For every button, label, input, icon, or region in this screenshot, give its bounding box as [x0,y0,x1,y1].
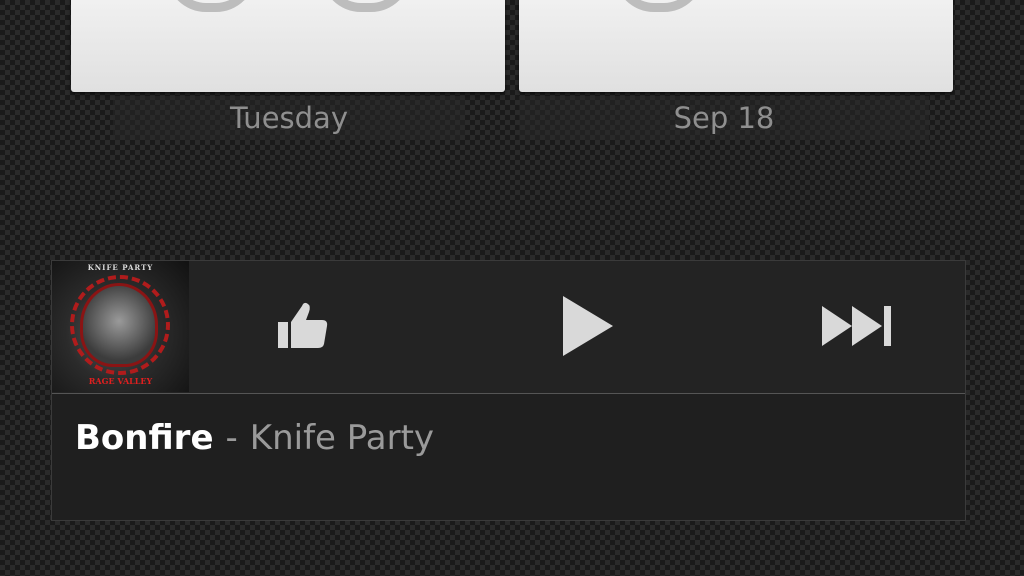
next-track-button[interactable] [808,281,908,371]
clock-digit-fragment [614,0,704,12]
track-artist: Knife Party [249,418,435,458]
next-track-icon [822,306,891,346]
day-label: Tuesday [113,96,465,140]
clock-hours-tile[interactable] [71,0,505,92]
play-button[interactable] [537,281,637,371]
album-art-bottom-text: RAGE VALLEY [88,376,153,386]
track-title: Bonfire [75,418,214,458]
thumbs-up-icon [278,302,328,348]
music-controls: KNIFE PARTY RAGE VALLEY [52,261,965,394]
album-art-top-text: KNIFE PARTY [87,263,154,272]
date-label: Sep 18 [519,96,929,140]
album-art[interactable]: KNIFE PARTY RAGE VALLEY [52,261,189,392]
clock-minutes-tile[interactable] [519,0,953,92]
track-separator: - [225,418,238,458]
album-art-skull [80,283,158,367]
music-widget: KNIFE PARTY RAGE VALLEY Bonfire - Knife … [51,260,966,521]
track-info[interactable]: Bonfire - Knife Party [75,418,434,458]
clock-digit-fragment [166,0,256,12]
thumbs-up-button[interactable] [252,281,352,371]
clock-digit-fragment [321,0,411,12]
play-icon [563,296,613,356]
